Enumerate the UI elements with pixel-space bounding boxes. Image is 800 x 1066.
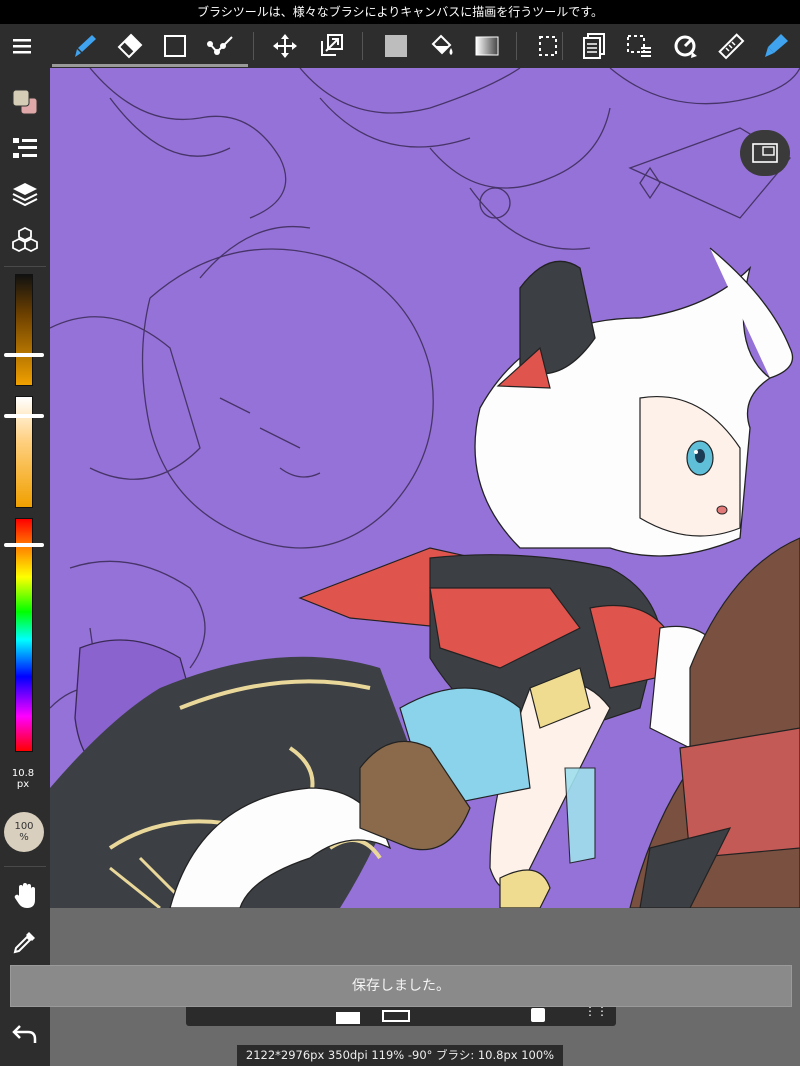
save-toast: 保存しました。 [10, 965, 792, 1007]
navigator-toggle-icon[interactable] [740, 130, 790, 176]
hue-knob[interactable] [4, 543, 44, 547]
top-toolbar [0, 24, 800, 68]
layer-tool-icon[interactable] [382, 1010, 410, 1022]
layers-icon[interactable] [7, 176, 43, 212]
saturation-knob[interactable] [4, 414, 44, 418]
layer-copy-icon[interactable] [576, 28, 612, 64]
select-edit-icon[interactable] [621, 28, 657, 64]
rotate-icon[interactable] [667, 28, 703, 64]
pen-icon[interactable] [758, 28, 794, 64]
gradient-icon[interactable] [469, 28, 505, 64]
menu-icon[interactable] [5, 28, 41, 64]
color-swatch-icon[interactable] [7, 84, 43, 120]
brush-size-unit: px [16, 779, 30, 790]
saturation-slider[interactable] [4, 396, 44, 508]
eraser-icon[interactable] [111, 28, 147, 64]
brush-size-readout[interactable]: 10.8 px [0, 768, 46, 790]
materials-icon[interactable] [7, 222, 43, 258]
opacity-control[interactable]: 100 % [4, 812, 44, 852]
canvas-status-bar: 2122*2976px 350dpi 119% -90° ブラシ: 10.8px… [237, 1045, 563, 1066]
lasso-icon[interactable] [202, 28, 238, 64]
opacity-unit: % [19, 832, 29, 843]
brush-list-icon[interactable] [7, 130, 43, 166]
opacity-value: 100 [14, 821, 34, 832]
move-icon[interactable] [267, 28, 303, 64]
transform-icon[interactable] [313, 28, 349, 64]
brightness-slider[interactable] [4, 274, 44, 386]
clip-tool-icon[interactable] [531, 1008, 545, 1022]
drawing-canvas[interactable] [50, 68, 800, 908]
bucket-icon[interactable] [424, 28, 460, 64]
left-panel: 10.8 px 100 % [0, 68, 50, 1066]
fill-color-icon[interactable] [378, 28, 414, 64]
brush-icon[interactable] [66, 28, 102, 64]
undo-icon[interactable] [7, 1016, 43, 1052]
eyedropper-icon[interactable] [7, 924, 43, 960]
ruler-icon[interactable] [712, 28, 748, 64]
hint-bar: ブラシツールは、様々なブラシによりキャンバスに描画を行うツールです。 [0, 0, 800, 24]
hue-slider[interactable] [4, 518, 44, 752]
fill-tool-icon[interactable] [336, 1012, 360, 1024]
artwork [50, 68, 800, 908]
hand-icon[interactable] [7, 878, 43, 914]
select-icon[interactable] [530, 28, 566, 64]
brush-size-value: 10.8 [11, 768, 35, 779]
shape-icon[interactable] [157, 28, 193, 64]
brush-group-indicator [52, 64, 248, 67]
brightness-knob[interactable] [4, 353, 44, 357]
